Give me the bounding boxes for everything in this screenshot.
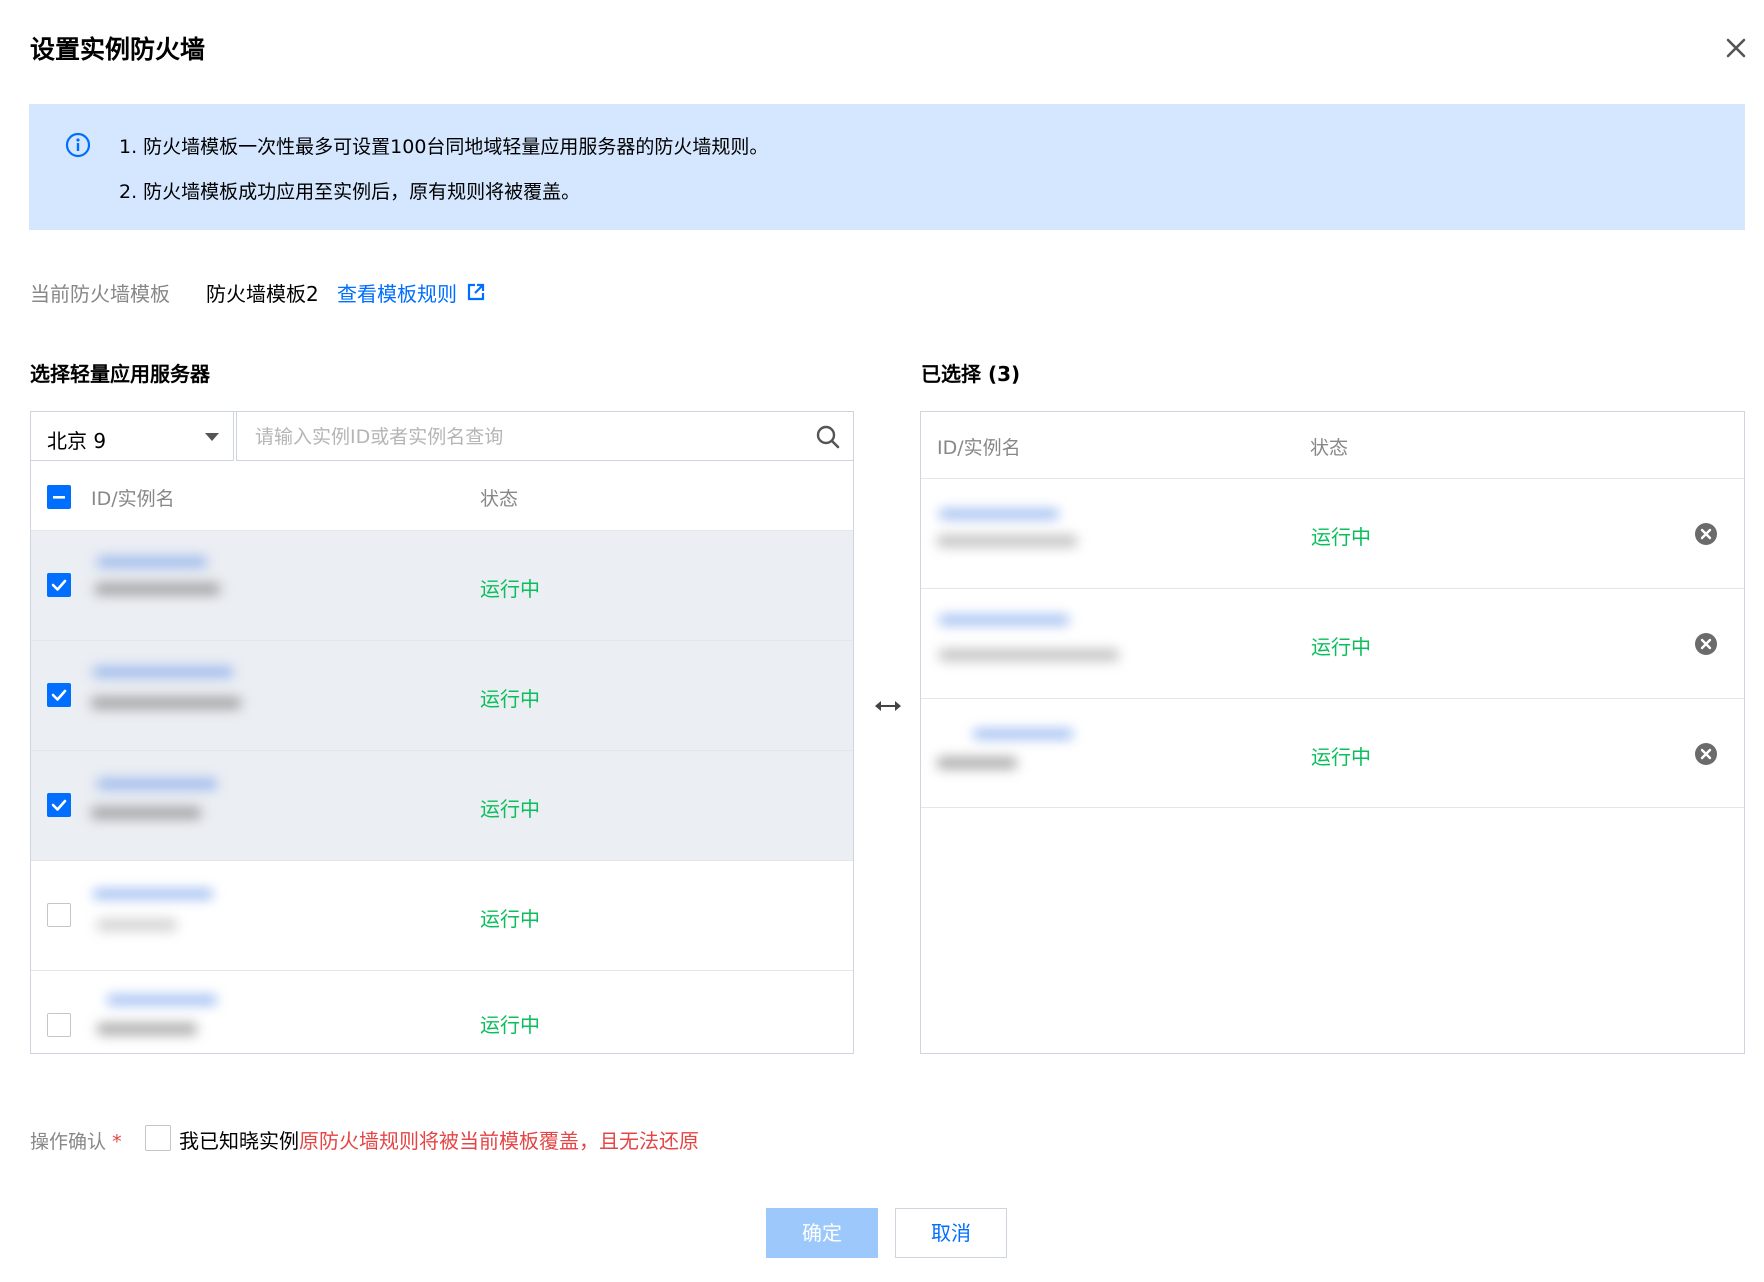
remove-button[interactable] (1694, 742, 1718, 766)
table-row[interactable]: 运行中 (31, 750, 853, 860)
dialog-title: 设置实例防火墙 (30, 35, 206, 64)
acknowledge-text-main: 我已知晓实例 (179, 1129, 299, 1153)
close-circle-icon (1695, 743, 1717, 765)
left-panel-title: 选择轻量应用服务器 (30, 362, 210, 386)
status-running: 运行中 (480, 1013, 540, 1037)
selected-row: 运行中 (921, 588, 1744, 698)
select-all-checkbox[interactable] (47, 485, 71, 509)
redacted-instance-id (87, 987, 237, 1057)
region-select-value: 北京 9 (47, 429, 107, 453)
acknowledge-checkbox[interactable] (145, 1125, 171, 1151)
region-select[interactable]: 北京 9 (30, 411, 234, 461)
status-running: 运行中 (1311, 745, 1371, 769)
remove-button[interactable] (1694, 522, 1718, 546)
cancel-button[interactable]: 取消 (895, 1208, 1007, 1258)
row-checkbox[interactable] (47, 793, 71, 817)
notice-line-2: 2. 防火墙模板成功应用至实例后，原有规则将被覆盖。 (119, 181, 581, 203)
redacted-instance-id (91, 551, 241, 621)
current-template-value: 防火墙模板2 (206, 282, 319, 306)
status-running: 运行中 (480, 797, 540, 821)
transfer-arrows-icon (872, 696, 904, 716)
selected-row: 运行中 (921, 698, 1744, 808)
caret-down-icon (205, 433, 219, 441)
required-mark: * (112, 1131, 122, 1153)
status-running: 运行中 (1311, 525, 1371, 549)
status-running: 运行中 (480, 577, 540, 601)
right-col-status-header: 状态 (1310, 437, 1349, 459)
row-checkbox[interactable] (47, 903, 71, 927)
table-row[interactable]: 运行中 (31, 640, 853, 750)
search-icon[interactable] (815, 424, 841, 450)
right-panel-title: 已选择 (3) (921, 362, 1021, 386)
row-checkbox[interactable] (47, 573, 71, 597)
confirm-label-text: 操作确认 (30, 1131, 107, 1153)
table-row[interactable]: 运行中 (31, 970, 853, 1080)
view-template-rules-link[interactable]: 查看模板规则 (337, 278, 457, 307)
info-icon (65, 132, 91, 158)
search-input[interactable] (253, 422, 797, 452)
redacted-instance-id (933, 719, 1093, 789)
close-circle-icon (1695, 523, 1717, 545)
redacted-instance-id (87, 771, 237, 841)
close-icon (1726, 38, 1746, 58)
external-link-icon[interactable] (467, 283, 485, 301)
current-template-label: 当前防火墙模板 (30, 282, 170, 306)
confirm-label: 操作确认 * (30, 1127, 122, 1154)
row-checkbox[interactable] (47, 1013, 71, 1037)
redacted-instance-id (87, 881, 237, 951)
acknowledge-text[interactable]: 我已知晓实例原防火墙规则将被当前模板覆盖，且无法还原 (179, 1125, 699, 1154)
status-running: 运行中 (1311, 635, 1371, 659)
table-row[interactable]: 运行中 (31, 860, 853, 970)
confirm-button[interactable]: 确定 (766, 1208, 878, 1258)
selected-row: 运行中 (921, 478, 1744, 588)
close-button[interactable] (1722, 34, 1750, 62)
remove-button[interactable] (1694, 632, 1718, 656)
info-notice (29, 104, 1745, 230)
left-col-id-header: ID/实例名 (91, 488, 175, 510)
right-col-id-header: ID/实例名 (937, 437, 1021, 459)
notice-line-1: 1. 防火墙模板一次性最多可设置100台同地域轻量应用服务器的防火墙规则。 (119, 136, 769, 158)
status-running: 运行中 (480, 907, 540, 931)
acknowledge-warning: 原防火墙规则将被当前模板覆盖，且无法还原 (299, 1129, 699, 1153)
search-box (236, 411, 854, 461)
close-circle-icon (1695, 633, 1717, 655)
status-running: 运行中 (480, 687, 540, 711)
redacted-instance-id (933, 609, 1133, 683)
redacted-instance-id (933, 503, 1093, 573)
redacted-instance-id (87, 661, 257, 731)
left-col-status-header: 状态 (480, 488, 519, 510)
table-row[interactable]: 运行中 (31, 530, 853, 640)
row-checkbox[interactable] (47, 683, 71, 707)
